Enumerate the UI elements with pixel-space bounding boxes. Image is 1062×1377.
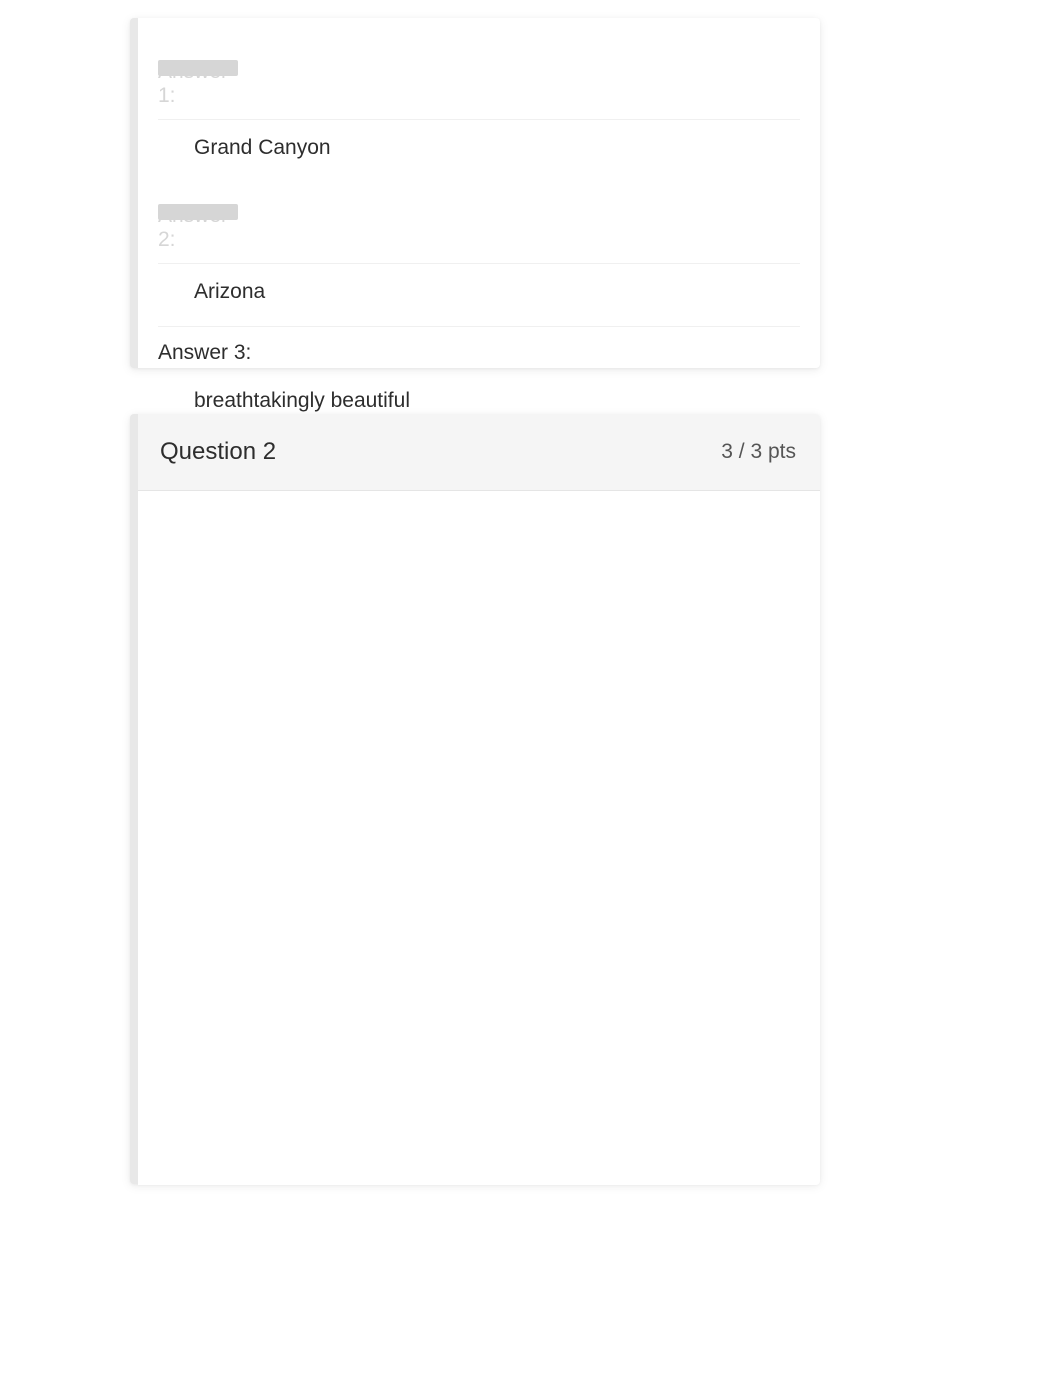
answer-1-label-redacted: Answer 1: — [158, 60, 238, 76]
question-2-points: 3 / 3 pts — [721, 440, 796, 464]
question-1-answers: Answer 1: Grand Canyon Answer 2: Arizona… — [138, 18, 820, 455]
answer-1-label-row: Answer 1: — [158, 38, 800, 120]
answer-1-value: Grand Canyon — [158, 120, 800, 176]
question-1-card: Answer 1: Grand Canyon Answer 2: Arizona… — [130, 18, 820, 368]
answer-2-value: Arizona — [158, 264, 800, 320]
answer-3-label: Answer 3: — [158, 327, 800, 373]
answer-1-block: Answer 1: Grand Canyon — [158, 38, 800, 176]
answer-2-label-redacted: Answer 2: — [158, 204, 238, 220]
answer-2-label-row: Answer 2: — [158, 182, 800, 264]
question-2-card: Question 2 3 / 3 pts — [130, 414, 820, 1184]
answer-2-block: Answer 2: Arizona — [158, 182, 800, 320]
question-2-title: Question 2 — [160, 438, 276, 466]
question-2-body — [138, 491, 820, 1185]
question-2-header: Question 2 3 / 3 pts — [138, 414, 820, 491]
